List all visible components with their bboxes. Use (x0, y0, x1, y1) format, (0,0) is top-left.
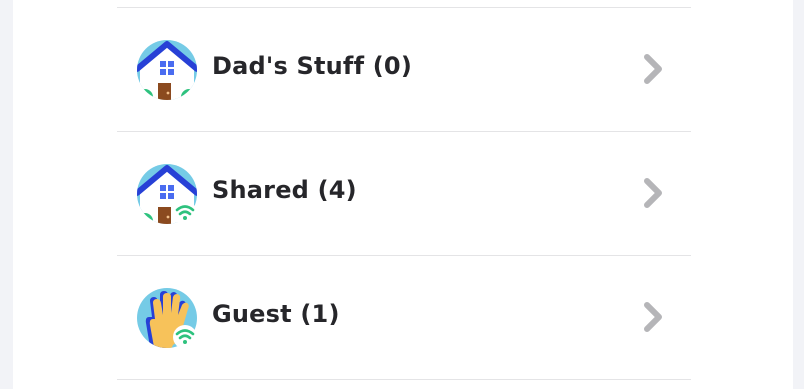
chevron-right-icon (644, 178, 662, 208)
profile-row-dads-stuff[interactable]: Dad's Stuff (0) (117, 8, 691, 132)
profile-label: Guest (1) (212, 300, 340, 328)
house-wifi-icon (136, 163, 198, 225)
chevron-right-icon (644, 54, 662, 84)
profile-panel: Dad's Stuff (0) Shared (4) Guest (1) (13, 0, 793, 389)
profile-row-shared[interactable]: Shared (4) (117, 132, 691, 256)
waving-hand-wifi-icon (136, 287, 198, 349)
profile-list: Dad's Stuff (0) Shared (4) Guest (1) (117, 7, 691, 380)
chevron-right-icon (644, 302, 662, 332)
profile-label: Dad's Stuff (0) (212, 52, 413, 80)
profile-label: Shared (4) (212, 176, 357, 204)
house-icon (136, 39, 198, 101)
profile-row-guest[interactable]: Guest (1) (117, 256, 691, 380)
